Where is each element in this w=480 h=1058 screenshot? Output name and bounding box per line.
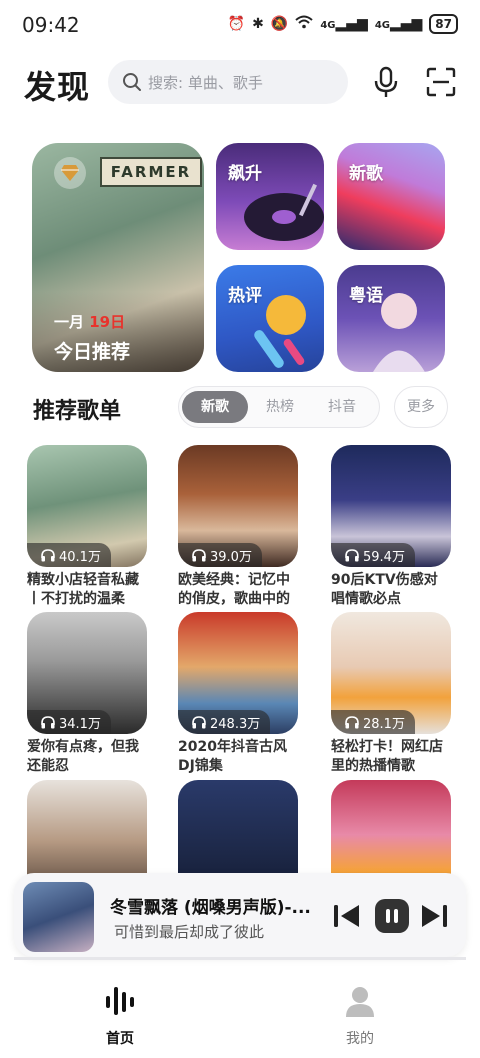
status-bar: 09:42 ⏰ ✱ 🔕 4G▂▄▆ 4G▂▄▆ 87 — [0, 0, 480, 48]
playlist-tabs: 新歌 热榜 抖音 — [178, 386, 380, 428]
mic-icon[interactable] — [372, 66, 400, 98]
diamond-icon — [54, 157, 86, 189]
now-playing-title: 冬雪飘落 (烟嗓男声版)-... — [110, 898, 311, 918]
vinyl-icon — [244, 183, 324, 241]
play-count: 28.1万 — [331, 710, 415, 734]
playlist-name: 爱你有点疼，但我还能忍 — [27, 739, 139, 774]
playlist-name: 90后KTV伤感对唱情歌必点 — [331, 572, 438, 607]
featured-title: 今日推荐 — [54, 341, 131, 363]
playlist-card[interactable]: 40.1万 精致小店轻音私藏丨不打扰的温柔 — [27, 445, 147, 609]
play-count: 59.4万 — [331, 543, 415, 567]
tile-label: 飙升 — [228, 164, 262, 184]
playlist-cover: 40.1万 — [27, 445, 147, 567]
headphones-icon — [41, 548, 55, 561]
signal-icon-2: 4G▂▄▆ — [374, 16, 423, 32]
status-time: 09:42 — [22, 13, 80, 37]
now-playing-lyric: 可惜到最后却成了彼此 — [114, 923, 265, 941]
playlist-name: 2020年抖音古风DJ锦集 — [178, 739, 287, 774]
pause-button[interactable] — [375, 899, 409, 933]
wifi-icon — [295, 15, 313, 33]
now-playing-cover — [23, 882, 94, 952]
headphones-icon — [192, 715, 206, 728]
battery-icon: 87 — [429, 14, 458, 34]
daily-recommend-card[interactable]: FARMER 一月 19日 今日推荐 — [32, 143, 204, 372]
playlist-card[interactable]: 59.4万 90后KTV伤感对唱情歌必点 — [331, 445, 451, 609]
playlist-name: 欧美经典：记忆中的俏皮，歌曲中的 — [178, 572, 290, 607]
tile-new-songs[interactable]: 新歌 — [337, 143, 445, 250]
tab-new-songs[interactable]: 新歌 — [182, 391, 248, 423]
bottom-nav: 首页 我的 — [0, 968, 480, 1058]
search-placeholder: 搜索: 单曲、歌手 — [148, 73, 263, 92]
play-count: 34.1万 — [27, 710, 111, 734]
headphones-icon — [41, 715, 55, 728]
mini-player[interactable]: 冬雪飘落 (烟嗓男声版)-... 可惜到最后却成了彼此 — [14, 873, 466, 957]
more-button[interactable]: 更多 — [394, 386, 448, 428]
headphones-icon — [345, 548, 359, 561]
mute-icon: 🔕 — [270, 16, 289, 32]
tile-soaring[interactable]: 飙升 — [216, 143, 324, 250]
status-icons: ⏰ ✱ 🔕 4G▂▄▆ 4G▂▄▆ 87 — [228, 14, 458, 34]
nav-home-label: 首页 — [106, 1031, 134, 1047]
playlist-cover: 28.1万 — [331, 612, 451, 734]
playlist-name: 精致小店轻音私藏丨不打扰的温柔 — [27, 572, 139, 607]
playlist-card[interactable]: 28.1万 轻松打卡！网红店里的热播情歌 — [331, 612, 451, 776]
headphones-icon — [192, 548, 206, 561]
scan-icon[interactable] — [426, 67, 456, 97]
alarm-icon: ⏰ — [227, 16, 246, 32]
tab-hot-chart[interactable]: 热榜 — [247, 391, 313, 423]
nav-me-label: 我的 — [346, 1031, 374, 1047]
search-input[interactable]: 搜索: 单曲、歌手 — [108, 60, 348, 104]
headphones-icon — [345, 715, 359, 728]
user-icon — [346, 987, 374, 1017]
tile-label: 热评 — [228, 286, 262, 306]
sound-wave-icon — [106, 987, 134, 1015]
previous-icon[interactable] — [332, 902, 362, 930]
tile-cantonese[interactable]: 粤语 — [337, 265, 445, 372]
playlist-card[interactable]: 34.1万 爱你有点疼，但我还能忍 — [27, 612, 147, 776]
next-icon[interactable] — [419, 902, 449, 930]
page-title: 发现 — [24, 68, 91, 106]
tile-label: 粤语 — [349, 286, 383, 306]
playlist-card[interactable]: 248.3万 2020年抖音古风DJ锦集 — [178, 612, 298, 776]
playlist-cover: 39.0万 — [178, 445, 298, 567]
play-count: 248.3万 — [178, 710, 271, 734]
tile-hot-comments[interactable]: 热评 — [216, 265, 324, 372]
header: 发现 搜索: 单曲、歌手 — [0, 58, 480, 108]
playback-progress — [14, 957, 466, 960]
nav-me[interactable]: 我的 — [320, 984, 400, 1048]
tab-douyin[interactable]: 抖音 — [309, 391, 375, 423]
nav-home[interactable]: 首页 — [80, 984, 160, 1048]
bluetooth-icon: ✱ — [252, 16, 264, 32]
section-title: 推荐歌单 — [33, 399, 122, 424]
shop-sign: FARMER — [100, 157, 202, 187]
playlist-cover: 34.1万 — [27, 612, 147, 734]
tile-label: 新歌 — [349, 164, 383, 184]
signal-icon: 4G▂▄▆ — [320, 16, 368, 32]
playlist-cover: 248.3万 — [178, 612, 298, 734]
featured-date: 一月 19日 — [54, 313, 126, 331]
playlist-name: 轻松打卡！网红店里的热播情歌 — [331, 739, 443, 774]
play-count: 39.0万 — [178, 543, 262, 567]
search-icon — [123, 73, 141, 91]
playlist-card[interactable]: 39.0万 欧美经典：记忆中的俏皮，歌曲中的 — [178, 445, 298, 609]
play-count: 40.1万 — [27, 543, 111, 567]
playlist-cover: 59.4万 — [331, 445, 451, 567]
